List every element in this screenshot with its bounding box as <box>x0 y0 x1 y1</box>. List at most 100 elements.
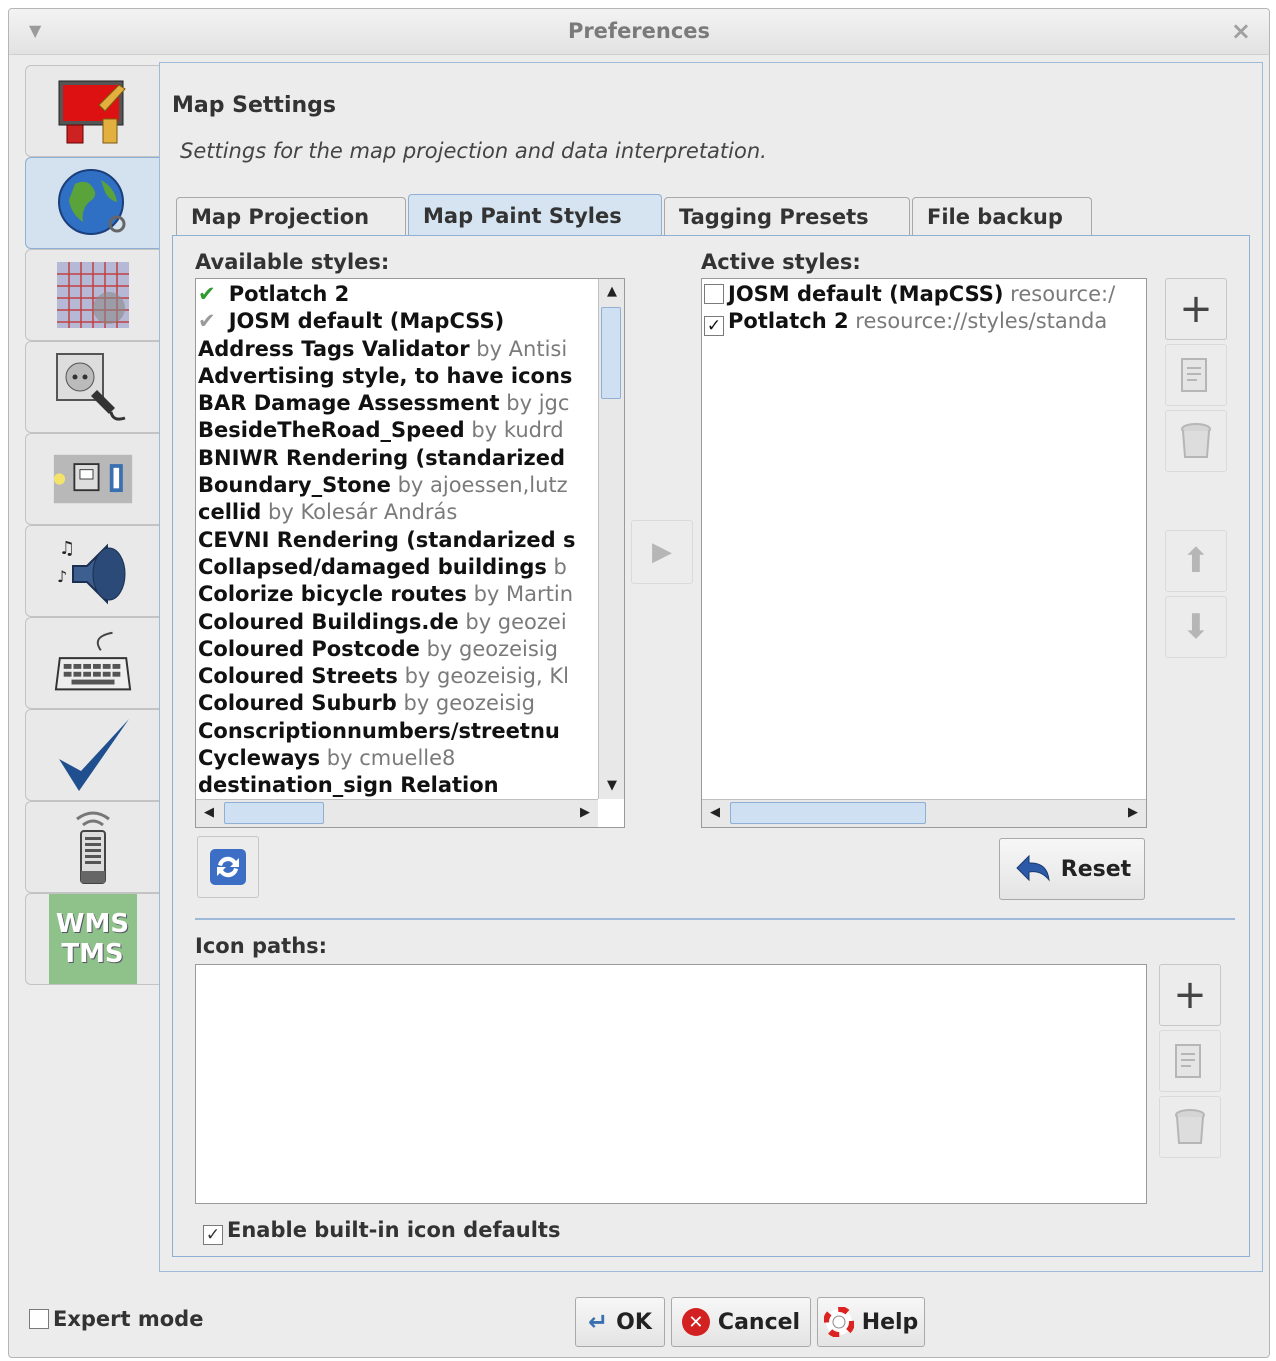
side-tab-connection[interactable] <box>25 341 159 433</box>
delete-icon-path-button[interactable] <box>1159 1096 1221 1158</box>
available-style-item[interactable]: Coloured Buildings.de by geozei <box>196 609 598 636</box>
builtin-icon-defaults-checkbox[interactable]: ✓ Enable built-in icon defaults <box>203 1218 560 1245</box>
scroll-up-arrow-icon[interactable]: ▲ <box>599 279 624 305</box>
shortcuts-keyboard-icon <box>52 626 134 700</box>
available-style-item[interactable]: Collapsed/damaged buildings b <box>196 554 598 581</box>
available-styles-list[interactable]: ✔ Potlatch 2 ✔ JOSM default (MapCSS) Addre… <box>195 278 625 828</box>
window-title: Preferences <box>567 19 711 43</box>
edit-icon-path-button[interactable] <box>1159 1030 1221 1092</box>
close-icon[interactable]: × <box>1231 17 1251 45</box>
available-style-item[interactable]: BAR Damage Assessment by jgc <box>196 390 598 417</box>
vertical-scroll-thumb[interactable] <box>601 307 621 399</box>
available-style-item[interactable]: Address Tags Validator by Antisi <box>196 336 598 363</box>
edit-style-button[interactable] <box>1165 344 1227 406</box>
validator-checkmark-icon <box>52 718 134 792</box>
style-enabled-checkbox[interactable] <box>704 284 724 304</box>
available-style-item[interactable]: BNIWR Rendering (standarized <box>196 445 598 472</box>
scroll-left-arrow-icon[interactable]: ◀ <box>702 800 728 826</box>
available-style-item[interactable]: Advertising style, to have icons <box>196 363 598 390</box>
available-style-item[interactable]: Coloured Postcode by geozeisig <box>196 636 598 663</box>
tab-map-projection[interactable]: Map Projection <box>176 197 406 235</box>
refresh-styles-button[interactable] <box>197 836 259 898</box>
tab-file-backup[interactable]: File backup <box>912 197 1092 235</box>
help-lifebuoy-icon <box>823 1307 854 1337</box>
available-style-item[interactable]: ✔ Potlatch 2 <box>196 281 598 308</box>
icon-paths-list[interactable] <box>195 964 1147 1204</box>
delete-style-button[interactable] <box>1165 410 1227 472</box>
available-style-item[interactable]: BesideTheRoad_Speed by kudrd <box>196 417 598 444</box>
move-up-button[interactable]: ⬆ <box>1165 530 1227 592</box>
section-divider <box>195 918 1235 920</box>
style-author: by Kolesár András <box>268 500 458 525</box>
available-style-item[interactable]: Cycleways by cmuelle8 <box>196 745 598 772</box>
active-styles-list[interactable]: JOSM default (MapCSS) resource:/✓ Potlatc… <box>701 278 1147 828</box>
map-settings-globe-icon <box>52 166 134 240</box>
connection-plug-icon <box>52 350 134 424</box>
arrow-up-icon: ⬆ <box>1181 541 1211 581</box>
side-tab-map-settings[interactable] <box>25 157 159 249</box>
trash-icon <box>1175 1109 1205 1144</box>
side-tab-wms-tms[interactable]: WMS TMS <box>25 893 159 985</box>
ok-button[interactable]: ↵ OK <box>575 1297 665 1347</box>
reset-button[interactable]: Reset <box>999 838 1145 900</box>
available-horizontal-scrollbar[interactable]: ◀ ▶ <box>196 799 598 827</box>
style-name: Boundary_Stone <box>198 473 391 498</box>
move-down-button[interactable]: ⬇ <box>1165 596 1227 658</box>
scroll-right-arrow-icon[interactable]: ▶ <box>572 800 598 826</box>
available-style-item[interactable]: CEVNI Rendering (standarized s <box>196 527 598 554</box>
available-style-item[interactable]: Coloured Streets by geozeisig, Kl <box>196 663 598 690</box>
style-author: by cmuelle8 <box>326 746 456 771</box>
default-check-icon: ✔ <box>198 309 216 334</box>
scroll-left-arrow-icon[interactable]: ◀ <box>196 800 222 826</box>
side-tab-projection[interactable] <box>25 249 159 341</box>
available-style-item[interactable]: ✔ JOSM default (MapCSS) <box>196 308 598 335</box>
style-author: by Antisi <box>476 336 568 361</box>
side-tab-display[interactable] <box>25 65 159 157</box>
ok-label: OK <box>616 1309 652 1335</box>
side-tab-plugins[interactable] <box>25 433 159 525</box>
style-author: b <box>553 554 567 579</box>
active-check-icon: ✔ <box>198 282 216 306</box>
add-icon-path-button[interactable]: + <box>1159 964 1221 1026</box>
activate-style-button[interactable]: ▶ <box>631 520 693 584</box>
horizontal-scroll-thumb[interactable] <box>224 802 324 824</box>
available-style-item[interactable]: Conscriptionnumbers/streetnu <box>196 718 598 745</box>
scroll-right-arrow-icon[interactable]: ▶ <box>1120 800 1146 826</box>
title-bar: ▼ Preferences × <box>9 9 1269 55</box>
style-name: CEVNI Rendering (standarized s <box>198 527 576 552</box>
svg-text:♫: ♫ <box>59 538 75 559</box>
svg-text:♪: ♪ <box>57 567 67 586</box>
active-horizontal-scrollbar[interactable]: ◀ ▶ <box>702 799 1146 827</box>
scroll-down-arrow-icon[interactable]: ▼ <box>599 773 624 799</box>
available-style-item[interactable]: cellid by Kolesár András <box>196 499 598 526</box>
horizontal-scroll-thumb[interactable] <box>730 802 926 824</box>
style-name: Potlatch 2 <box>228 282 350 306</box>
style-enabled-checkbox[interactable]: ✓ <box>704 316 724 336</box>
checkbox-icon: ✓ <box>203 1225 223 1245</box>
side-tab-shortcuts[interactable] <box>25 617 159 709</box>
style-name: Address Tags Validator <box>198 336 470 361</box>
expert-mode-checkbox[interactable]: Expert mode <box>29 1307 203 1331</box>
style-name: JOSM default (MapCSS) <box>728 282 1004 306</box>
available-vertical-scrollbar[interactable]: ▲ ▼ <box>598 279 624 799</box>
style-author: by kudrd <box>471 418 564 443</box>
tab-map-paint-styles[interactable]: Map Paint Styles <box>408 194 662 236</box>
available-style-item[interactable]: destination_sign Relation <box>196 772 598 799</box>
cancel-button[interactable]: ✕ Cancel <box>671 1297 811 1347</box>
style-name: Colorize bicycle routes <box>198 582 467 607</box>
tab-tagging-presets[interactable]: Tagging Presets <box>664 197 910 235</box>
active-style-item[interactable]: ✓ Potlatch 2 resource://styles/standa <box>702 308 1146 336</box>
style-author: by geozeisig <box>426 636 558 661</box>
help-button[interactable]: Help <box>817 1297 925 1347</box>
style-name: cellid <box>198 500 262 525</box>
side-tab-audio[interactable]: ♫ ♪ <box>25 525 159 617</box>
active-style-item[interactable]: JOSM default (MapCSS) resource:/ <box>702 281 1146 308</box>
style-author: by Martin <box>473 582 574 607</box>
available-style-item[interactable]: Coloured Suburb by geozeisig <box>196 690 598 717</box>
available-style-item[interactable]: Boundary_Stone by ajoessen,lutz <box>196 472 598 499</box>
side-tab-validator[interactable] <box>25 709 159 801</box>
add-style-button[interactable]: + <box>1165 278 1227 340</box>
style-name: BNIWR Rendering (standarized <box>198 445 566 470</box>
available-style-item[interactable]: Colorize bicycle routes by Martin <box>196 581 598 608</box>
side-tab-remote-control[interactable] <box>25 801 159 893</box>
